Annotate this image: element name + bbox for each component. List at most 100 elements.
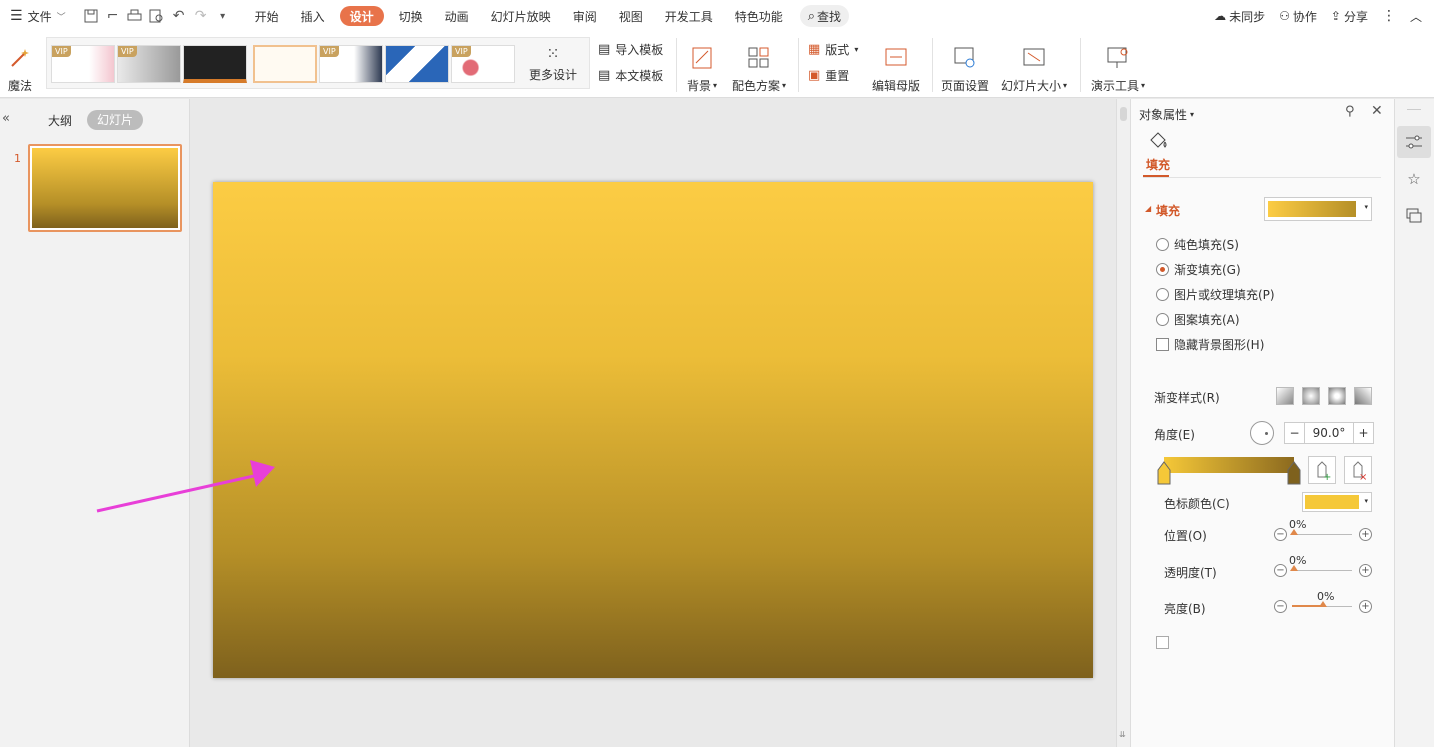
tab-insert[interactable]: 插入 <box>290 0 336 32</box>
position-decrease-button[interactable]: − <box>1274 528 1287 541</box>
remove-stop-icon: × <box>1353 461 1367 483</box>
gradient-stop-left[interactable] <box>1157 461 1171 485</box>
edit-master-button[interactable]: 编辑母版 <box>868 36 924 94</box>
page-setup-button[interactable]: 页面设置 <box>938 36 992 94</box>
collab-button[interactable]: ⚇ 协作 <box>1279 8 1317 25</box>
gradient-style-radial[interactable] <box>1302 387 1320 405</box>
gradient-fill-radio[interactable] <box>1156 263 1169 276</box>
gradient-stop-right[interactable] <box>1287 461 1301 485</box>
pin-icon[interactable]: ⚲ <box>1345 104 1355 119</box>
transition-sidebar-button[interactable] <box>1397 201 1431 229</box>
tab-design[interactable]: 设计 <box>339 6 384 26</box>
file-menu[interactable]: ☰ 文件 ﹀ <box>0 0 74 32</box>
outline-tab[interactable]: 大纲 <box>48 112 72 129</box>
tab-review[interactable]: 审阅 <box>562 0 608 32</box>
scroll-down-icon[interactable]: ⇊ <box>1119 730 1126 739</box>
present-tools-button[interactable]: 演示工具 ▾ <box>1088 36 1148 94</box>
background-button[interactable]: 背景 ▾ <box>684 36 720 94</box>
gradient-bar[interactable] <box>1164 457 1294 473</box>
color-scheme-button[interactable]: 配色方案 ▾ <box>728 36 790 94</box>
more-design-button[interactable]: ⁙ 更多设计 <box>521 46 585 83</box>
position-slider[interactable] <box>1292 534 1352 535</box>
gradient-style-rectangular[interactable] <box>1328 387 1346 405</box>
angle-stepper[interactable]: − 90.0° + <box>1284 422 1374 444</box>
template-thumb-7[interactable]: VIP <box>451 45 515 83</box>
tab-view[interactable]: 视图 <box>608 0 654 32</box>
angle-dial[interactable] <box>1250 421 1274 445</box>
gradient-fill-label: 渐变填充(G) <box>1174 263 1241 277</box>
solid-fill-option[interactable]: 纯色填充(S) <box>1156 236 1239 253</box>
search-button[interactable]: ⌕ 查找 <box>799 5 850 27</box>
fill-color-picker[interactable]: ▾ <box>1264 197 1372 221</box>
template-thumb-5[interactable]: VIP <box>319 45 383 83</box>
gradient-fill-option[interactable]: 渐变填充(G) <box>1156 261 1241 278</box>
slide-canvas[interactable] <box>213 182 1093 678</box>
customize-chevron-icon[interactable]: ▾ <box>212 0 234 32</box>
gradient-style-linear[interactable] <box>1276 387 1294 405</box>
collapse-pane-icon[interactable]: « <box>2 111 10 126</box>
remove-stop-button[interactable]: × <box>1344 456 1372 484</box>
share-button[interactable]: ⇪ 分享 <box>1331 8 1368 25</box>
pane-title-dropdown[interactable]: 对象属性 ▾ <box>1139 106 1194 123</box>
vertical-scrollbar[interactable]: ⇊ <box>1116 99 1130 747</box>
tab-slideshow[interactable]: 幻灯片放映 <box>480 0 562 32</box>
solid-fill-radio[interactable] <box>1156 238 1169 251</box>
template-thumb-3[interactable] <box>183 45 247 83</box>
close-icon[interactable]: ✕ <box>1371 103 1383 119</box>
redo-icon[interactable]: ↷ <box>190 0 212 32</box>
this-template-button[interactable]: ▤ 本文模板 <box>598 65 663 85</box>
brightness-decrease-button[interactable]: − <box>1274 600 1287 613</box>
stop-color-picker[interactable]: ▾ <box>1302 492 1372 512</box>
pattern-fill-option[interactable]: 图案填充(A) <box>1156 311 1240 328</box>
slide-size-button[interactable]: 幻灯片大小 ▾ <box>998 36 1070 94</box>
brightness-increase-button[interactable]: + <box>1359 600 1372 613</box>
transparency-decrease-button[interactable]: − <box>1274 564 1287 577</box>
tab-features[interactable]: 特色功能 <box>724 0 794 32</box>
slide-thumbnail[interactable] <box>28 144 182 232</box>
tab-animation[interactable]: 动画 <box>434 0 480 32</box>
animation-sidebar-button[interactable]: ☆ <box>1397 165 1431 193</box>
hide-bg-graphics-checkbox[interactable] <box>1156 338 1169 351</box>
picture-fill-radio[interactable] <box>1156 288 1169 301</box>
angle-value[interactable]: 90.0° <box>1305 423 1353 443</box>
position-label: 位置(O) <box>1164 529 1207 543</box>
reset-button[interactable]: ▣ 重置 <box>808 65 849 85</box>
brightness-value: 0% <box>1317 590 1335 603</box>
template-thumb-6[interactable] <box>385 45 449 83</box>
properties-sidebar-button[interactable] <box>1397 126 1431 158</box>
template-thumb-2[interactable]: VIP <box>117 45 181 83</box>
save-icon[interactable] <box>80 0 102 32</box>
layout-button[interactable]: ▦ 版式 ▾ <box>808 39 858 59</box>
template-thumb-1[interactable]: VIP <box>51 45 115 83</box>
position-increase-button[interactable]: + <box>1359 528 1372 541</box>
tab-transition[interactable]: 切换 <box>388 0 434 32</box>
tab-home[interactable]: 开始 <box>244 0 290 32</box>
picture-fill-option[interactable]: 图片或纹理填充(P) <box>1156 286 1275 303</box>
section-toggle-icon[interactable]: ◢ <box>1145 204 1151 213</box>
print-preview-icon[interactable] <box>146 0 168 32</box>
vip-badge: VIP <box>52 46 71 57</box>
undo-icon[interactable]: ↶ <box>168 0 190 32</box>
decrease-angle-button[interactable]: − <box>1285 423 1305 443</box>
sync-status-button[interactable]: ☁ 未同步 <box>1214 8 1265 25</box>
fill-tab[interactable]: 填充 <box>1143 131 1173 173</box>
template-thumb-4[interactable] <box>253 45 317 83</box>
slides-tab[interactable]: 幻灯片 <box>87 110 144 130</box>
tab-developer[interactable]: 开发工具 <box>654 0 724 32</box>
transparency-slider[interactable] <box>1292 570 1352 571</box>
rotate-with-shape-checkbox[interactable] <box>1156 636 1169 649</box>
import-template-button[interactable]: ▤ 导入模板 <box>598 39 663 59</box>
collapse-ribbon-icon[interactable]: ︿ <box>1410 8 1422 25</box>
add-stop-button[interactable]: + <box>1308 456 1336 484</box>
gradient-style-path[interactable] <box>1354 387 1372 405</box>
scroll-thumb[interactable] <box>1120 107 1127 121</box>
more-icon[interactable]: ⋮ <box>1382 8 1396 24</box>
format-painter-icon[interactable]: ⌐ <box>102 0 124 32</box>
hide-bg-graphics-option[interactable]: 隐藏背景图形(H) <box>1156 336 1264 353</box>
transparency-increase-button[interactable]: + <box>1359 564 1372 577</box>
magic-button[interactable]: 魔法 <box>4 36 36 94</box>
print-icon[interactable] <box>124 0 146 32</box>
pattern-fill-radio[interactable] <box>1156 313 1169 326</box>
increase-angle-button[interactable]: + <box>1353 423 1373 443</box>
vip-badge: VIP <box>118 46 137 57</box>
